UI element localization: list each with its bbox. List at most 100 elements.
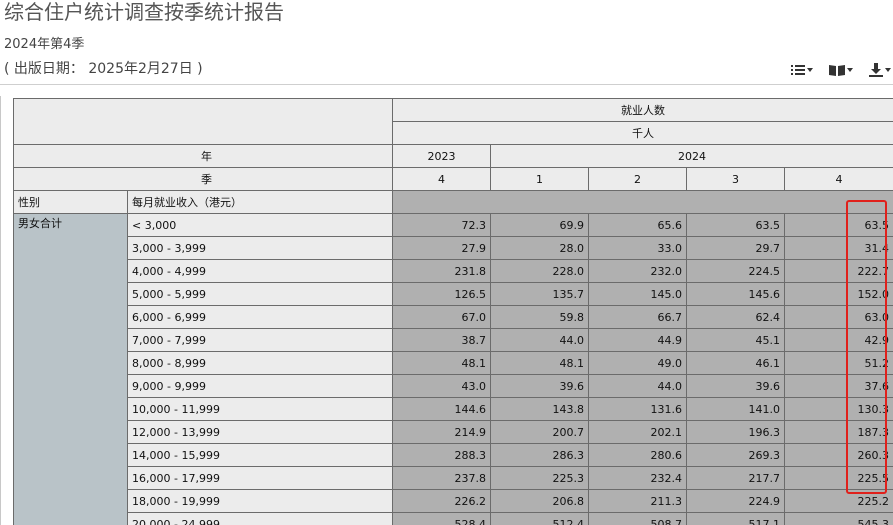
- value-cell: 45.1: [686, 328, 785, 352]
- quarter-stub-label: 季: [13, 167, 393, 191]
- income-range-cell: 16,000 - 17,999: [127, 466, 393, 490]
- value-cell: 39.6: [490, 374, 589, 398]
- income-range-cell: 5,000 - 5,999: [127, 282, 393, 306]
- value-cell: 508.7: [588, 512, 687, 525]
- table-row: 8,000 - 8,999 48.1 48.1 49.0 46.1 51.2: [14, 351, 893, 375]
- value-cell: 545.3: [783, 512, 893, 525]
- income-range-cell: 14,000 - 15,999: [127, 443, 393, 467]
- value-cell: 43.0: [392, 374, 491, 398]
- value-cell: 269.3: [686, 443, 785, 467]
- value-cell: 62.4: [686, 305, 785, 329]
- value-cell: 42.9: [783, 328, 893, 352]
- income-column-header: 每月就业收入（港元）: [127, 190, 393, 214]
- publication-date: ( 出版日期： 2025年2月27日 ): [4, 61, 203, 77]
- table-row: 10,000 - 11,999 144.6 143.8 131.6 141.0 130.3: [14, 397, 893, 421]
- value-cell: 44.0: [588, 374, 687, 398]
- table-row: 3,000 - 3,999 27.9 28.0 33.0 29.7 31.4: [14, 236, 893, 260]
- year-header-2023: 2023: [392, 144, 491, 168]
- notes-button[interactable]: [829, 62, 853, 78]
- value-cell: 226.2: [392, 489, 491, 513]
- income-range-cell: 12,000 - 13,999: [127, 420, 393, 444]
- table-row: 6,000 - 6,999 67.0 59.8 66.7 62.4 63.0: [14, 305, 893, 329]
- value-cell: 228.0: [490, 259, 589, 283]
- value-cell: 66.7: [588, 305, 687, 329]
- income-range-cell: 4,000 - 4,999: [127, 259, 393, 283]
- value-cell: 143.8: [490, 397, 589, 421]
- table-row: 12,000 - 13,999 214.9 200.7 202.1 196.3 187.3: [14, 420, 893, 444]
- unit-header: 千人: [391, 121, 893, 145]
- income-range-cell: 18,000 - 19,999: [127, 489, 393, 513]
- sex-group-cell: 男女合计: [13, 213, 128, 525]
- value-cell: 28.0: [490, 236, 589, 260]
- year-stub-label: 年: [13, 144, 393, 168]
- value-cell: 206.8: [490, 489, 589, 513]
- table-row: 男女合计 < 3,000 72.3 69.9 65.6 63.5 63.5: [13, 213, 893, 525]
- value-cell: 38.7: [392, 328, 491, 352]
- chevron-down-icon: [807, 68, 813, 72]
- value-cell: 135.7: [490, 282, 589, 306]
- quarter-header: 4: [783, 167, 893, 191]
- value-cell: 225.5: [783, 466, 893, 490]
- value-cell: 59.8: [490, 305, 589, 329]
- value-cell: 33.0: [588, 236, 687, 260]
- value-cell: 260.3: [783, 443, 893, 467]
- income-range-cell: 9,000 - 9,999: [127, 374, 393, 398]
- chevron-down-icon: [885, 68, 891, 72]
- value-cell: 286.3: [490, 443, 589, 467]
- value-cell: 224.5: [686, 259, 785, 283]
- value-cell: 187.3: [783, 420, 893, 444]
- corner-cell: [13, 98, 393, 145]
- table-body: 男女合计 < 3,000 72.3 69.9 65.6 63.5 63.5 3,000 - 3…: [13, 213, 893, 525]
- value-cell: 225.2: [783, 489, 893, 513]
- book-icon: [829, 64, 845, 76]
- measure-header: 就业人数: [391, 98, 893, 122]
- table-row: 9,000 - 9,999 43.0 39.6 44.0 39.6 37.6: [14, 374, 893, 398]
- header-spacer: [391, 190, 893, 214]
- value-cell: 44.0: [490, 328, 589, 352]
- value-cell: 145.0: [588, 282, 687, 306]
- year-header-2024: 2024: [489, 144, 893, 168]
- quarter-header: 4: [392, 167, 491, 191]
- view-options-button[interactable]: [791, 62, 813, 78]
- header-divider: [0, 84, 893, 85]
- value-cell: 224.9: [686, 489, 785, 513]
- value-cell: 63.5: [686, 213, 785, 237]
- value-cell: 46.1: [686, 351, 785, 375]
- value-cell: 27.9: [392, 236, 491, 260]
- list-icon: [791, 64, 805, 76]
- table-row: 7,000 - 7,999 38.7 44.0 44.9 45.1 42.9: [14, 328, 893, 352]
- income-range-cell: 3,000 - 3,999: [127, 236, 393, 260]
- download-button[interactable]: [869, 62, 891, 78]
- value-cell: 63.0: [783, 305, 893, 329]
- value-cell: 51.2: [783, 351, 893, 375]
- value-cell: 222.7: [783, 259, 893, 283]
- value-cell: 37.6: [783, 374, 893, 398]
- value-cell: 44.9: [588, 328, 687, 352]
- value-cell: 29.7: [686, 236, 785, 260]
- value-cell: 237.8: [392, 466, 491, 490]
- value-cell: 48.1: [392, 351, 491, 375]
- value-cell: 211.3: [588, 489, 687, 513]
- value-cell: 288.3: [392, 443, 491, 467]
- quarter-header: 1: [490, 167, 589, 191]
- value-cell: 72.3: [392, 213, 491, 237]
- value-cell: 31.4: [783, 236, 893, 260]
- value-cell: 69.9: [490, 213, 589, 237]
- income-range-cell: 6,000 - 6,999: [127, 305, 393, 329]
- value-cell: 65.6: [588, 213, 687, 237]
- table-row: 18,000 - 19,999 226.2 206.8 211.3 224.9 225.2: [14, 489, 893, 513]
- income-range-cell: 10,000 - 11,999: [127, 397, 393, 421]
- value-cell: 232.4: [588, 466, 687, 490]
- value-cell: 126.5: [392, 282, 491, 306]
- value-cell: 225.3: [490, 466, 589, 490]
- value-cell: 39.6: [686, 374, 785, 398]
- value-cell: 217.7: [686, 466, 785, 490]
- download-icon: [869, 63, 883, 77]
- value-cell: 145.6: [686, 282, 785, 306]
- sex-column-header: 性别: [13, 190, 128, 214]
- statistics-table-container[interactable]: 就业人数 千人 年 2023 2024 季 4 1 2 3 4 性别 每月就业收…: [0, 96, 893, 525]
- value-cell: 152.0: [783, 282, 893, 306]
- chevron-down-icon: [847, 68, 853, 72]
- income-range-cell: < 3,000: [127, 213, 393, 237]
- report-title: 综合住户统计调查按季统计报告: [4, 0, 284, 24]
